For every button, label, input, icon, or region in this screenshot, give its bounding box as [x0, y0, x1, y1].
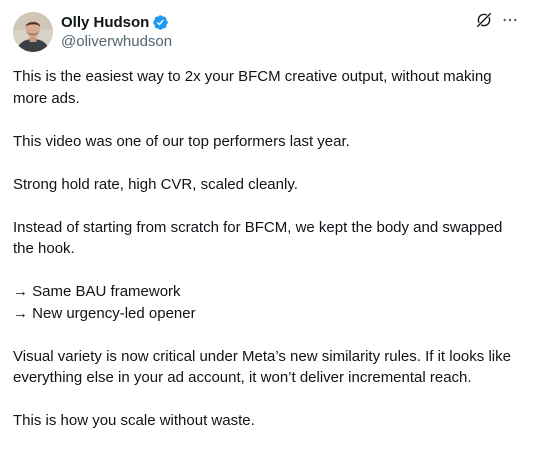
header-actions	[474, 10, 520, 30]
tweet-header: Olly Hudson @oliverwhudson	[13, 12, 521, 52]
avatar[interactable]	[13, 12, 53, 52]
author-names: Olly Hudson @oliverwhudson	[61, 12, 172, 52]
paragraph: This video was one of our top performers…	[13, 132, 350, 150]
paragraph: Visual variety is now critical under Met…	[13, 347, 511, 387]
name-row: Olly Hudson	[61, 12, 172, 32]
display-name[interactable]: Olly Hudson	[61, 14, 149, 31]
bullet-list: → Same BAU framework → New urgency-led o…	[13, 281, 525, 324]
avatar-image	[13, 12, 53, 52]
paragraph: Instead of starting from scratch for BFC…	[13, 218, 503, 258]
list-item: → Same BAU framework	[13, 283, 181, 300]
paragraph: This is how you scale without waste.	[13, 412, 255, 429]
author-handle[interactable]: @oliverwhudson	[61, 32, 172, 52]
list-item: → New urgency-led opener	[13, 304, 196, 322]
paragraph: Strong hold rate, high CVR, scaled clean…	[13, 175, 298, 193]
more-icon[interactable]	[500, 10, 520, 30]
tweet-text: This is the easiest way to 2x your BFCM …	[13, 66, 525, 432]
grok-icon[interactable]	[474, 10, 494, 30]
verified-badge-icon	[152, 14, 169, 31]
tweet-card: Olly Hudson @oliverwhudson This is the e…	[0, 0, 534, 459]
paragraph: This is the easiest way to 2x your BFCM …	[13, 68, 492, 107]
